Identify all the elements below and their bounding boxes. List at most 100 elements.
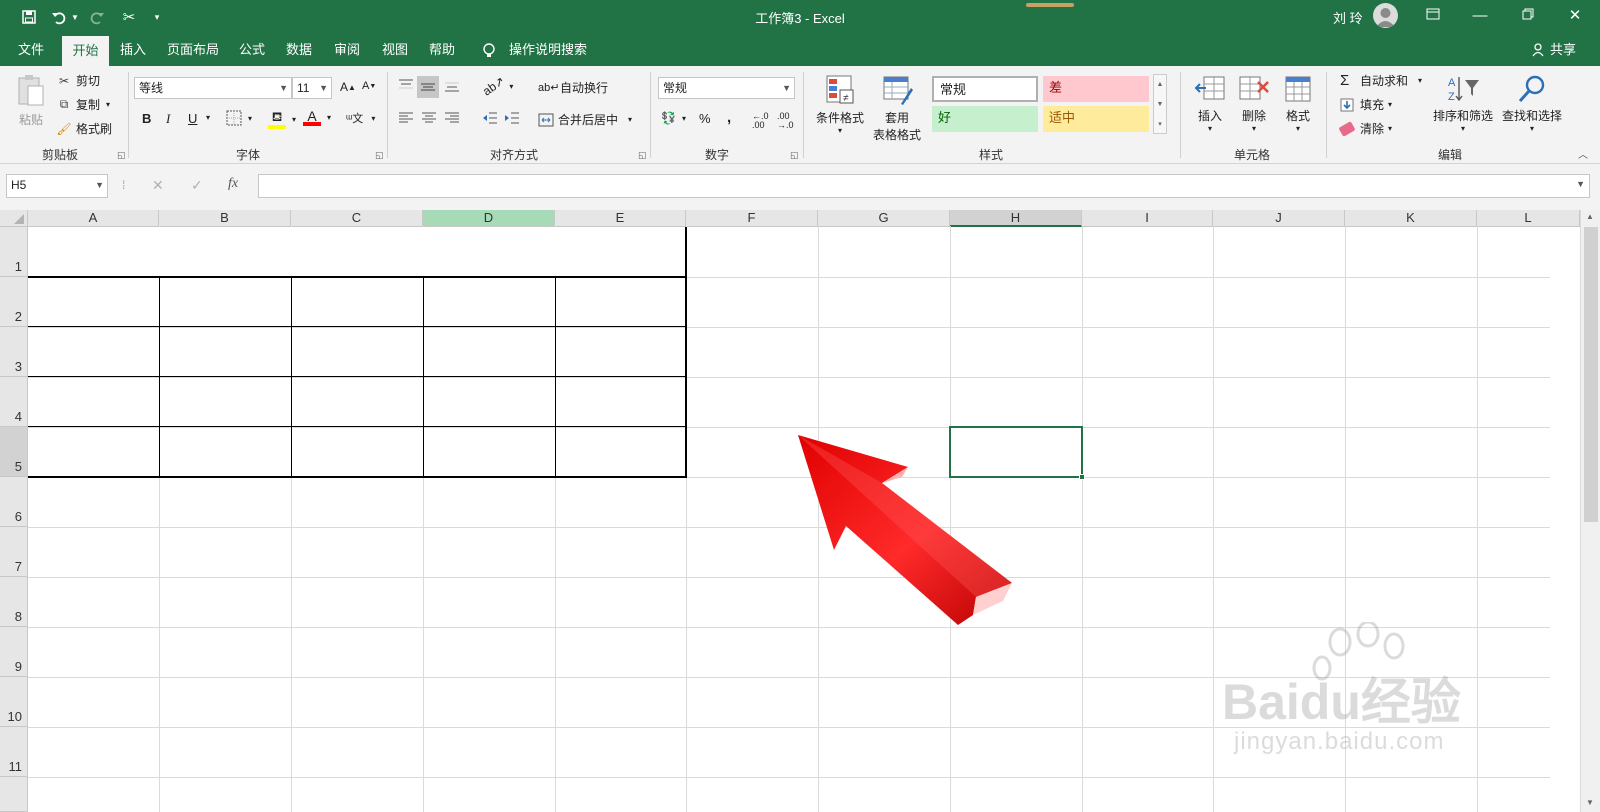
cut-button[interactable]: ✂ 剪切 <box>56 72 100 89</box>
close-icon[interactable]: ✕ <box>1562 4 1588 28</box>
bold-button[interactable]: B <box>142 111 151 126</box>
style-good[interactable]: 好 <box>932 106 1038 132</box>
expand-formula-icon[interactable]: ▼ <box>1576 179 1585 189</box>
phonetic-button[interactable]: ᵚ文 ▾ <box>346 110 375 126</box>
undo-icon[interactable] <box>48 7 70 27</box>
sort-filter-button[interactable]: AZ 排序和筛选 ▾ <box>1428 74 1498 133</box>
dialog-launcher-icon[interactable]: ◱ <box>117 150 126 161</box>
style-normal[interactable]: 常规 <box>932 76 1038 102</box>
column-header-a[interactable]: A <box>28 210 159 227</box>
style-neutral[interactable]: 适中 <box>1043 106 1149 132</box>
format-painter-button[interactable]: 🖌 格式刷 <box>56 120 112 137</box>
column-header-j[interactable]: J <box>1213 210 1345 227</box>
avatar[interactable] <box>1373 3 1398 28</box>
undo-dropdown-icon[interactable]: ▼ <box>70 7 80 27</box>
restore-icon[interactable] <box>1515 4 1541 28</box>
dialog-launcher-icon[interactable]: ◱ <box>638 150 647 161</box>
collapse-ribbon-icon[interactable]: ︿ <box>1578 146 1588 161</box>
tab-page-layout[interactable]: 页面布局 <box>162 34 224 66</box>
scrollbar-thumb[interactable] <box>1584 227 1598 522</box>
font-size-select[interactable]: 11 ▼ <box>292 77 332 99</box>
format-as-table-button[interactable]: 套用 表格格式 <box>866 74 928 143</box>
insert-function-button[interactable]: fx <box>228 176 238 192</box>
number-format-select[interactable]: 常规 ▼ <box>658 77 795 99</box>
column-header-b[interactable]: B <box>159 210 291 227</box>
cancel-icon[interactable]: ✕ <box>152 177 164 194</box>
align-top-button[interactable] <box>398 78 414 92</box>
conditional-formatting-button[interactable]: ≠ 条件格式 ▾ <box>810 74 870 135</box>
align-middle-button[interactable] <box>417 76 439 98</box>
insert-cells-button[interactable]: 插入 ▾ <box>1188 74 1232 133</box>
ribbon-display-icon[interactable] <box>1420 4 1446 28</box>
row-header-3[interactable]: 3 <box>0 327 28 377</box>
fill-color-button[interactable]: ⛾ ▾ <box>268 109 296 129</box>
check-icon[interactable]: ✓ <box>191 177 203 194</box>
user-name[interactable]: 刘 玲 <box>1333 8 1363 27</box>
dialog-launcher-icon[interactable]: ◱ <box>375 150 384 161</box>
italic-button[interactable]: I <box>166 111 170 127</box>
save-icon[interactable] <box>18 7 40 27</box>
styles-gallery-scroll[interactable]: ▲ ▼ ▾ <box>1153 74 1167 134</box>
format-cells-button[interactable]: 格式 ▾ <box>1276 74 1320 133</box>
minimize-icon[interactable]: — <box>1467 4 1493 28</box>
row-header-4[interactable]: 4 <box>0 377 28 427</box>
copy-button[interactable]: ⧉ 复制 ▾ <box>56 96 110 113</box>
column-header-e[interactable]: E <box>555 210 686 227</box>
style-bad[interactable]: 差 <box>1043 76 1149 102</box>
decrease-indent-button[interactable] <box>482 111 498 125</box>
increase-indent-button[interactable] <box>504 111 520 125</box>
row-header-11[interactable]: 11 <box>0 727 28 777</box>
align-bottom-button[interactable] <box>444 78 460 92</box>
merge-center-button[interactable]: 合并后居中 ▾ <box>538 111 632 128</box>
dialog-launcher-icon[interactable]: ◱ <box>790 150 799 161</box>
tab-help[interactable]: 帮助 <box>424 34 460 66</box>
select-all-button[interactable] <box>0 210 28 227</box>
tab-home[interactable]: 开始 <box>62 36 109 66</box>
vertical-scrollbar[interactable]: ▲ ▼ <box>1580 210 1600 812</box>
tell-me-search[interactable]: 操作说明搜索 <box>506 34 590 66</box>
fill-button[interactable]: 填充 ▾ <box>1340 96 1392 113</box>
chevron-down-icon[interactable]: ▾ <box>206 113 210 122</box>
formula-input[interactable]: ▼ <box>258 174 1590 198</box>
column-header-c[interactable]: C <box>291 210 423 227</box>
worksheet[interactable]: A B C D E F G H I J K L 1 2 3 4 5 6 7 8 … <box>0 210 1600 812</box>
row-header-2[interactable]: 2 <box>0 277 28 327</box>
row-header-5[interactable]: 5 <box>0 427 28 477</box>
orientation-button[interactable]: ab↗ ▾ <box>480 74 513 99</box>
column-header-g[interactable]: G <box>818 210 950 227</box>
tab-view[interactable]: 视图 <box>377 34 413 66</box>
row-header-1[interactable]: 1 <box>0 227 28 277</box>
delete-cells-button[interactable]: 删除 ▾ <box>1232 74 1276 133</box>
align-center-button[interactable] <box>421 112 437 124</box>
column-header-k[interactable]: K <box>1345 210 1477 227</box>
row-header-9[interactable]: 9 <box>0 627 28 677</box>
underline-button[interactable]: U <box>188 111 197 126</box>
tab-formulas[interactable]: 公式 <box>234 34 270 66</box>
align-left-button[interactable] <box>398 112 414 124</box>
column-header-d[interactable]: D <box>423 210 555 227</box>
chevron-down-icon[interactable]: ▾ <box>150 7 164 27</box>
column-header-h[interactable]: H <box>950 210 1082 227</box>
row-header-8[interactable]: 8 <box>0 577 28 627</box>
redo-icon[interactable] <box>86 7 108 27</box>
find-select-button[interactable]: 查找和选择 ▾ <box>1498 74 1566 133</box>
borders-button[interactable]: ▾ <box>226 110 252 126</box>
comma-button[interactable]: , <box>727 109 731 126</box>
tab-insert[interactable]: 插入 <box>115 34 151 66</box>
name-box[interactable]: H5 ▼ <box>6 174 108 198</box>
chevron-up-icon[interactable]: ▲ <box>1586 212 1594 221</box>
shrink-font-button[interactable]: A ▼ <box>362 80 376 92</box>
row-header-6[interactable]: 6 <box>0 477 28 527</box>
row-header-7[interactable]: 7 <box>0 527 28 577</box>
share-button[interactable]: 共享 <box>1548 34 1578 66</box>
row-header-12[interactable] <box>0 777 28 812</box>
increase-decimal-button[interactable]: ←.0.00 <box>752 112 769 130</box>
column-header-l[interactable]: L <box>1477 210 1580 227</box>
column-header-f[interactable]: F <box>686 210 818 227</box>
column-header-i[interactable]: I <box>1082 210 1213 227</box>
accounting-format-button[interactable]: 💱 ▾ <box>661 111 686 125</box>
chevron-down-icon[interactable]: ▼ <box>1586 798 1594 807</box>
clear-button[interactable]: 清除 ▾ <box>1338 120 1392 137</box>
autosum-button[interactable]: Σ 自动求和 ▾ <box>1340 72 1422 89</box>
tab-file[interactable]: 文件 <box>12 34 50 66</box>
